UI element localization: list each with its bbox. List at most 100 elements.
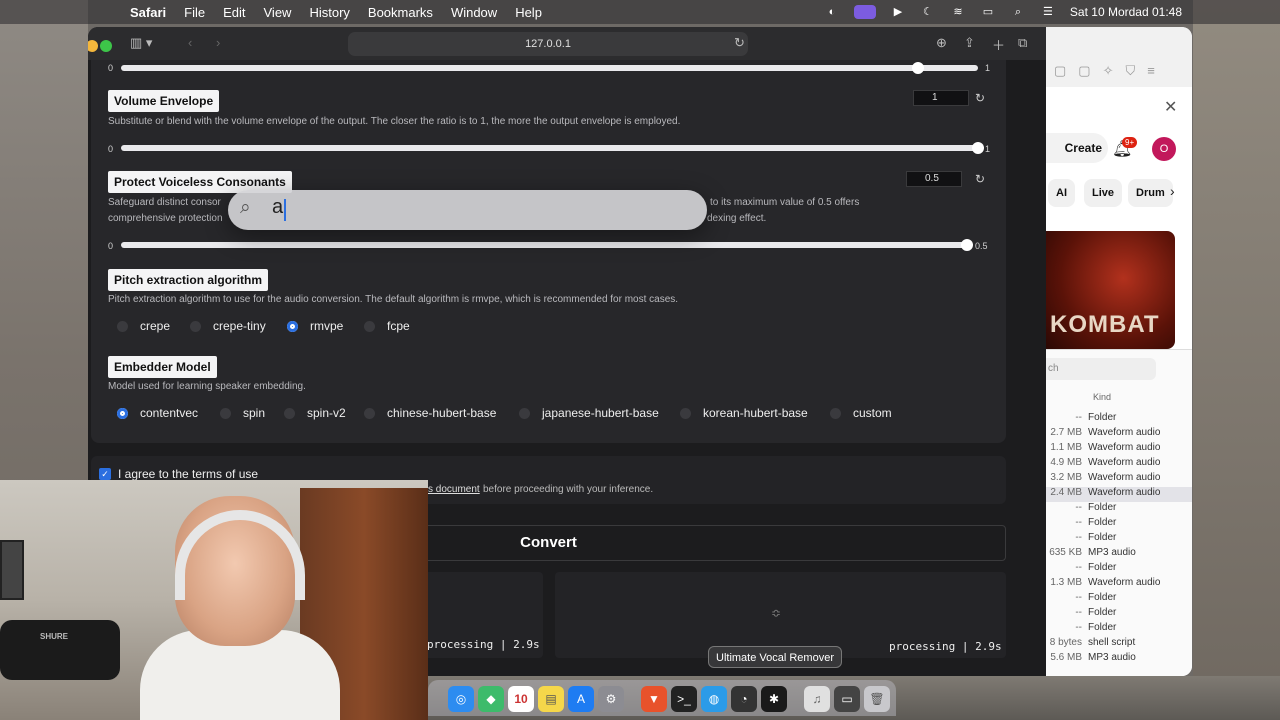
new-tab-icon[interactable]: ＋: [992, 35, 1005, 54]
close-icon[interactable]: ✕: [1164, 97, 1177, 117]
top-slider-track[interactable]: [121, 65, 978, 71]
menu-view[interactable]: View: [264, 5, 292, 20]
list-item[interactable]: -- Folder: [1046, 592, 1192, 607]
sidebar-icon[interactable]: ▥ ▾: [130, 35, 152, 51]
moon-icon[interactable]: ☾: [920, 6, 936, 18]
radio-contentvec[interactable]: contentvec: [117, 406, 198, 420]
top-slider-knob[interactable]: [912, 62, 924, 74]
app-store-icon[interactable]: A: [568, 686, 594, 712]
toolbar-icons: ▢▢✧⛉≡: [1054, 63, 1167, 78]
list-item[interactable]: -- Folder: [1046, 412, 1192, 427]
wifi-icon[interactable]: ≋: [950, 6, 966, 18]
radio-crepe[interactable]: crepe: [117, 319, 170, 333]
forward-icon[interactable]: ›: [216, 35, 220, 50]
avatar[interactable]: O: [1152, 137, 1176, 161]
menu-app-name[interactable]: Safari: [130, 5, 166, 20]
list-item[interactable]: 8 bytes shell script: [1046, 637, 1192, 652]
volume-envelope-knob[interactable]: [972, 142, 984, 154]
settings-icon[interactable]: ⚙: [598, 686, 624, 712]
zoom-icon[interactable]: [100, 40, 112, 52]
terms-checkbox[interactable]: ✓: [99, 468, 111, 480]
terms-checkbox-label[interactable]: I agree to the terms of use: [118, 467, 258, 481]
list-item[interactable]: 635 KB MP3 audio: [1046, 547, 1192, 562]
control-center-icon[interactable]: ☰: [1040, 6, 1056, 18]
ultimate-vocal-remover-icon[interactable]: ✱: [761, 686, 787, 712]
file-kind: MP3 audio: [1088, 652, 1136, 663]
list-item[interactable]: 1.3 MB Waveform audio: [1046, 577, 1192, 592]
list-item[interactable]: -- Folder: [1046, 622, 1192, 637]
trash-icon[interactable]: 🗑︎: [864, 686, 890, 712]
terminal-icon[interactable]: >_: [671, 686, 697, 712]
list-item[interactable]: 2.7 MB Waveform audio: [1046, 427, 1192, 442]
chip-drum[interactable]: Drum: [1128, 179, 1173, 207]
menu-bookmarks[interactable]: Bookmarks: [368, 5, 433, 20]
search-icon[interactable]: ⌕: [1010, 6, 1026, 18]
protect-voiceless-knob[interactable]: [961, 239, 973, 251]
spotlight-query[interactable]: a: [272, 196, 283, 219]
battery-icon[interactable]: ▭: [980, 6, 996, 18]
share-icon[interactable]: ⇪: [964, 35, 975, 51]
menu-edit[interactable]: Edit: [223, 5, 245, 20]
volume-envelope-slider[interactable]: [121, 145, 978, 151]
list-item[interactable]: -- Folder: [1046, 607, 1192, 622]
list-item[interactable]: -- Folder: [1046, 502, 1192, 517]
chip-ai[interactable]: AI: [1048, 179, 1075, 207]
chat-icon[interactable]: ◍: [701, 686, 727, 712]
spotlight-search[interactable]: ⌕ a: [228, 190, 707, 230]
list-item[interactable]: 4.9 MB Waveform audio: [1046, 457, 1192, 472]
activity-monitor-icon[interactable]: ◔: [731, 686, 757, 712]
chip-live[interactable]: Live: [1084, 179, 1123, 207]
window-preview-icon[interactable]: ▭: [834, 686, 860, 712]
chevron-right-icon[interactable]: ›: [1170, 183, 1175, 199]
list-item[interactable]: 1.1 MB Waveform audio: [1046, 442, 1192, 457]
menu-history[interactable]: History: [309, 5, 349, 20]
menu-clock[interactable]: Sat 10 Mordad 01:48: [1070, 5, 1182, 19]
menu-help[interactable]: Help: [515, 5, 542, 20]
radio-crepe-tiny[interactable]: crepe-tiny: [190, 319, 266, 333]
volume-envelope-reset-icon[interactable]: ↻: [970, 90, 990, 106]
tabs-overview-icon[interactable]: ⧉: [1018, 35, 1027, 51]
list-item[interactable]: 5.6 MB MP3 audio: [1046, 652, 1192, 667]
download-icon[interactable]: ⊕: [936, 35, 947, 51]
file-size: 2.7 MB: [1050, 427, 1082, 438]
brave-icon[interactable]: ▼: [641, 686, 667, 712]
video-thumbnail[interactable]: KOMBAT: [1046, 231, 1175, 349]
protect-voiceless-slider[interactable]: [121, 242, 967, 248]
radio-spin-v2[interactable]: spin-v2: [284, 406, 346, 420]
list-item[interactable]: 2.4 MB Waveform audio: [1046, 487, 1192, 502]
radio-japanese-hubert-base[interactable]: japanese-hubert-base: [519, 406, 659, 420]
address-bar[interactable]: 127.0.0.1: [348, 32, 748, 56]
radio-custom[interactable]: custom: [830, 406, 892, 420]
minimize-icon[interactable]: [88, 40, 98, 52]
protect-voiceless-reset-icon[interactable]: ↻: [970, 171, 990, 187]
reload-icon[interactable]: ↻: [734, 35, 745, 51]
calendar-icon[interactable]: 10: [508, 686, 534, 712]
list-item[interactable]: -- Folder: [1046, 532, 1192, 547]
list-item[interactable]: -- Folder: [1046, 517, 1192, 532]
create-button[interactable]: Create: [1046, 133, 1108, 163]
menu-file[interactable]: File: [184, 5, 205, 20]
play-icon[interactable]: ▶: [890, 6, 906, 18]
back-icon[interactable]: ‹: [188, 35, 192, 50]
radio-chinese-hubert-base[interactable]: chinese-hubert-base: [364, 406, 496, 420]
radio-spin[interactable]: spin: [220, 406, 265, 420]
volume-envelope-input[interactable]: 1: [913, 90, 969, 106]
radio-korean-hubert-base[interactable]: korean-hubert-base: [680, 406, 808, 420]
menu-window[interactable]: Window: [451, 5, 497, 20]
list-item[interactable]: 3.2 MB Waveform audio: [1046, 472, 1192, 487]
finder-search[interactable]: ch: [1046, 358, 1156, 380]
vpn-icon[interactable]: ◐: [824, 6, 840, 18]
safari-icon[interactable]: ◎: [448, 686, 474, 712]
radio-rmvpe[interactable]: rmvpe: [287, 319, 343, 333]
list-item[interactable]: -- Folder: [1046, 562, 1192, 577]
kind-column-header[interactable]: Kind: [1093, 392, 1111, 402]
music-icon[interactable]: ♫: [804, 686, 830, 712]
file-size: --: [1075, 502, 1082, 513]
maps-icon[interactable]: ◆: [478, 686, 504, 712]
screen-recording-icon[interactable]: [853, 5, 876, 19]
terms-document-link[interactable]: s document: [428, 484, 480, 495]
radio-fcpe[interactable]: fcpe: [364, 319, 410, 333]
notes-icon[interactable]: ▤: [538, 686, 564, 712]
protect-voiceless-max: 0.5: [975, 241, 988, 251]
protect-voiceless-input[interactable]: 0.5: [906, 171, 962, 187]
